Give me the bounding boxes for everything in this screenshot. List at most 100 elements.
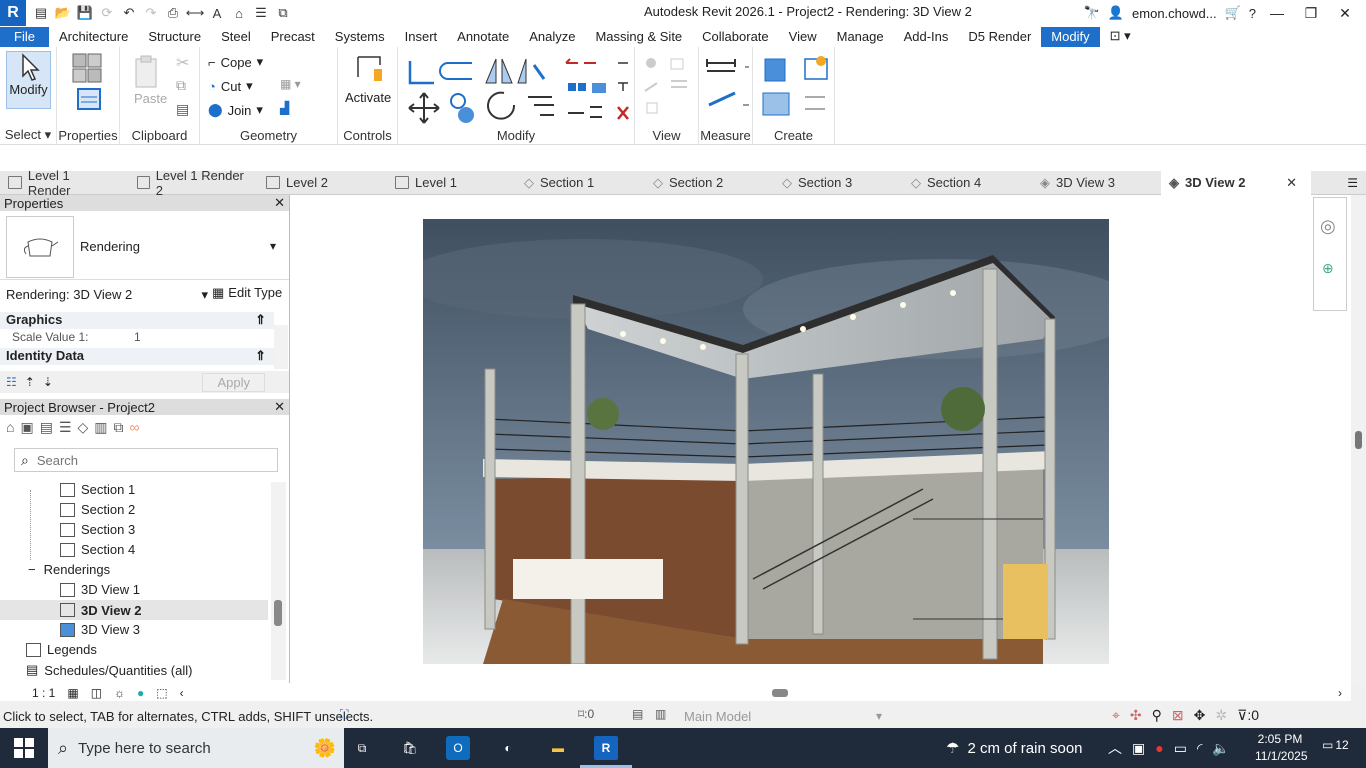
home-icon[interactable]: ⌂	[6, 419, 14, 436]
tree-item-section-2[interactable]: Section 2	[60, 502, 135, 517]
battery-icon[interactable]: ▭	[1174, 740, 1187, 757]
notification-center[interactable]: ▭ 12	[1322, 738, 1349, 752]
tab-modify[interactable]: Modify	[1041, 27, 1100, 47]
wall-joins-icon[interactable]: ▦ ▾	[280, 77, 301, 91]
view-tools-icons[interactable]	[643, 55, 695, 115]
ribbon-options-icon[interactable]: ⊡ ▾	[1100, 26, 1141, 47]
user-icon[interactable]: 👤	[1108, 5, 1124, 21]
sort-ascending-icon[interactable]: ⇡	[25, 375, 35, 389]
activate-label[interactable]: Activate	[345, 90, 391, 105]
user-name[interactable]: emon.chowd...	[1132, 6, 1217, 21]
view-scale[interactable]: 1 : 1	[32, 686, 55, 700]
view-tab-level-1-render-2[interactable]: Level 1 Render 2	[129, 168, 258, 198]
browser-scroll-thumb[interactable]	[274, 600, 282, 626]
close-browser-icon[interactable]: ✕	[274, 399, 285, 415]
links-icon[interactable]: ⧉	[114, 419, 124, 436]
type-dropdown-icon[interactable]: ▾	[270, 239, 276, 253]
browser-scrollbar[interactable]	[271, 482, 286, 680]
show-hidden-icons-icon[interactable]: ︿	[1108, 738, 1122, 758]
search-input[interactable]	[36, 452, 257, 468]
tree-item-section-3[interactable]: Section 3	[60, 522, 135, 537]
tab-file[interactable]: File	[0, 27, 49, 47]
close-button[interactable]: ✕	[1332, 5, 1358, 22]
text-icon[interactable]: A	[208, 4, 226, 22]
instance-selector[interactable]: Rendering: 3D View 2 ▾	[6, 287, 208, 303]
tree-item-3d-view-2[interactable]: 3D View 2	[0, 600, 268, 620]
families-icon[interactable]: ◇	[78, 419, 89, 436]
close-tab-icon[interactable]: ✕	[1286, 175, 1297, 191]
tree-item-3d-view-1[interactable]: 3D View 1	[60, 582, 140, 597]
wifi-icon[interactable]: ◜	[1197, 740, 1202, 757]
tab-massing-site[interactable]: Massing & Site	[585, 27, 692, 47]
meet-icon[interactable]: ▣	[1132, 740, 1145, 757]
sheets-icon[interactable]: ☰	[59, 419, 72, 436]
vertical-scrollbar[interactable]	[1351, 195, 1366, 685]
vertical-scroll-thumb[interactable]	[1355, 431, 1362, 449]
modify-tools-icons[interactable]	[404, 55, 634, 125]
type-name[interactable]: Rendering	[80, 239, 140, 254]
zoom-region-icon[interactable]: ⊕	[1322, 260, 1334, 277]
task-view-icon[interactable]: ⧉	[350, 736, 374, 760]
view-tab-level-2[interactable]: Level 2	[258, 171, 387, 195]
tab-d5-render[interactable]: D5 Render	[958, 27, 1041, 47]
tree-item-section-1[interactable]: Section 1	[60, 482, 135, 497]
browser-search[interactable]: ⌕	[14, 448, 278, 472]
model-dropdown-icon[interactable]: ▾	[876, 709, 882, 723]
antivirus-icon[interactable]: ●	[1155, 740, 1163, 756]
activate-icon[interactable]	[354, 53, 384, 87]
active-model[interactable]: Main Model	[684, 709, 751, 724]
close-properties-icon[interactable]: ✕	[274, 195, 285, 211]
paste-icon[interactable]	[134, 55, 160, 89]
model-icon[interactable]: ▤	[632, 707, 643, 721]
tree-item-section-4[interactable]: Section 4	[60, 542, 135, 557]
join-button[interactable]: ⬤ Join ▾	[208, 102, 263, 118]
clock[interactable]: 2:05 PM 11/1/2025	[1255, 731, 1308, 765]
edge-icon[interactable]: ◐	[496, 736, 520, 760]
select-pinned-icon[interactable]: ⚲	[1152, 707, 1162, 724]
switch-windows-icon[interactable]: ⧉	[274, 4, 292, 22]
tree-item-legends[interactable]: Legends	[26, 642, 97, 657]
view-tab-3d-view-2[interactable]: ◈ 3D View 2 ✕	[1161, 170, 1311, 195]
minimize-button[interactable]: —	[1264, 5, 1290, 21]
split-face-icon[interactable]: ▟	[280, 101, 289, 115]
group-graphics[interactable]: Graphics ⇑	[0, 312, 274, 329]
design-options-icon[interactable]: ▥	[655, 707, 666, 721]
sun-path-icon[interactable]: ☼	[114, 686, 125, 700]
select-links-icon[interactable]: ⌖	[1112, 707, 1120, 724]
detail-level-icon[interactable]: ▦	[67, 686, 78, 700]
filter-icon[interactable]: ⊽:0	[1237, 707, 1259, 724]
tab-precast[interactable]: Precast	[261, 27, 325, 47]
select-underlay-icon[interactable]: ✣	[1130, 707, 1142, 724]
tab-architecture[interactable]: Architecture	[49, 27, 138, 47]
select-panel-label[interactable]: Select ▾	[0, 127, 56, 143]
group-identity-data[interactable]: Identity Data ⇑	[0, 348, 274, 365]
revit-logo[interactable]: R	[0, 0, 26, 26]
horizontal-scroll-thumb[interactable]	[772, 689, 788, 697]
schedules-icon[interactable]: ▤	[40, 419, 53, 436]
view-tab-section-2[interactable]: ◇ Section 2	[645, 171, 774, 195]
paste-label[interactable]: Paste	[134, 91, 167, 106]
redo-icon[interactable]: ↷	[142, 4, 160, 22]
revit-links-icon[interactable]: ∞	[130, 419, 140, 436]
modify-button[interactable]: Modify	[6, 51, 51, 109]
scroll-left-icon[interactable]: ‹	[180, 686, 184, 700]
save-icon[interactable]: 💾	[76, 4, 94, 22]
microsoft-store-icon[interactable]: 🛍	[398, 736, 422, 760]
tab-systems[interactable]: Systems	[325, 27, 395, 47]
cart-icon[interactable]: 🛒	[1225, 5, 1241, 21]
app-menu-icon[interactable]: ▤	[32, 4, 50, 22]
volume-icon[interactable]: 🔈	[1212, 740, 1229, 757]
outlook-icon[interactable]: O	[446, 736, 470, 760]
background-process-icon[interactable]: ✲	[1215, 707, 1227, 724]
windows-start-icon[interactable]	[12, 736, 36, 760]
visual-style-icon[interactable]: ◫	[91, 686, 102, 700]
tab-add-ins[interactable]: Add-Ins	[894, 27, 959, 47]
drag-elements-icon[interactable]: ✥	[1194, 707, 1206, 724]
match-properties-icon[interactable]: ▤	[176, 101, 189, 118]
edit-type-button[interactable]: ▦ Edit Type	[212, 285, 282, 301]
groups-icon[interactable]: ▥	[94, 419, 107, 436]
tab-collaborate[interactable]: Collaborate	[692, 27, 779, 47]
print-icon[interactable]: ⎙	[164, 4, 182, 22]
view-tab-section-1[interactable]: ◇ Section 1	[516, 171, 645, 195]
select-by-face-icon[interactable]: ⊠	[1172, 707, 1184, 724]
